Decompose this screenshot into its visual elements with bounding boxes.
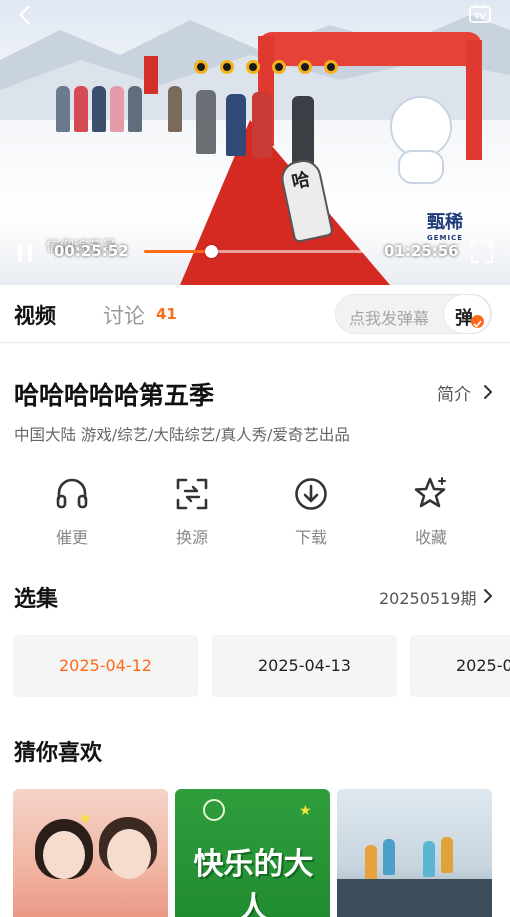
danmaku-box[interactable]: 点我发弹幕 弹 xyxy=(335,294,492,334)
tab-video[interactable]: 视频 xyxy=(14,300,56,330)
svg-text:TV: TV xyxy=(474,12,486,21)
recommend-card[interactable]: ★ xyxy=(13,789,168,917)
chevron-right-icon[interactable] xyxy=(482,384,494,400)
cast-member xyxy=(292,96,314,166)
recommend-list: ★ ★ 快乐的大人 xyxy=(13,789,510,917)
lightbulb-icon xyxy=(203,799,225,821)
switch-source-button[interactable]: 换源 xyxy=(147,472,237,552)
mascot-head xyxy=(390,96,452,158)
emoji-icon xyxy=(220,60,234,74)
inflatable-arch-right xyxy=(466,40,482,160)
crowd-person xyxy=(56,86,70,132)
flag-banner xyxy=(144,56,158,94)
chevron-right-icon[interactable] xyxy=(482,588,494,604)
recommend-art-title: 快乐的大人 xyxy=(193,847,314,917)
episodes-title: 选集 xyxy=(14,587,59,612)
video-player[interactable]: 哈 甄稀 GEMICE TV 信仰综艺号 00:25:52 01:25:56 xyxy=(0,0,510,285)
discuss-count-badge: 41 xyxy=(156,305,177,323)
danmaku-input[interactable]: 点我发弹幕 xyxy=(349,305,429,329)
episode-list[interactable]: 2025-04-12 2025-04-13 2025-04-19 xyxy=(13,635,510,697)
back-arrow-icon[interactable] xyxy=(14,4,36,26)
cast-member xyxy=(196,90,216,154)
cast-member xyxy=(252,92,272,158)
switch-source-icon xyxy=(176,478,208,510)
current-time: 00:25:52 xyxy=(54,242,129,260)
crowd-person xyxy=(74,86,88,132)
sparkle-icon: ★ xyxy=(299,803,312,819)
cast-member xyxy=(383,839,395,875)
crowd-person xyxy=(128,86,142,132)
recommend-title: 猜你喜欢 xyxy=(14,741,103,766)
progress-fill xyxy=(144,250,211,253)
emoji-icon xyxy=(246,60,260,74)
star-icon xyxy=(414,477,446,508)
emoji-icon xyxy=(272,60,286,74)
player-controls: 信仰综艺号 00:25:52 01:25:56 xyxy=(0,228,510,276)
action-bar: 催更 换源 下载 收藏 xyxy=(0,472,510,552)
crowd-person xyxy=(92,86,106,132)
headphones-icon xyxy=(56,478,88,509)
episode-item[interactable]: 2025-04-13 xyxy=(212,635,397,697)
episode-item[interactable]: 2025-04-19 xyxy=(410,635,510,697)
cast-member xyxy=(441,837,453,873)
emoji-icon xyxy=(298,60,312,74)
tv-cast-icon[interactable]: TV xyxy=(468,4,492,26)
episode-period-link[interactable]: 20250519期 xyxy=(379,585,476,609)
crowd-person xyxy=(168,86,182,132)
progress-knob[interactable] xyxy=(205,245,218,258)
fullscreen-icon[interactable] xyxy=(470,240,494,264)
show-meta: 中国大陆 游戏/综艺/大陆综艺/真人秀/爱奇艺出品 xyxy=(14,426,350,444)
download-button[interactable]: 下载 xyxy=(266,472,356,552)
danmaku-check-icon xyxy=(471,315,484,328)
episode-item[interactable]: 2025-04-12 xyxy=(13,635,198,697)
intro-link[interactable]: 简介 xyxy=(437,380,471,405)
download-icon xyxy=(295,478,327,510)
total-time: 01:25:56 xyxy=(384,242,459,260)
host-face xyxy=(43,831,85,879)
urge-update-button[interactable]: 催更 xyxy=(27,472,117,552)
recommend-card[interactable]: ★ 快乐的大人 xyxy=(175,789,330,917)
sign-text: 哈 xyxy=(289,168,312,194)
progress-bar[interactable] xyxy=(144,245,366,258)
boat-deck xyxy=(337,879,492,917)
content-tabs: 视频 讨论 41 点我发弹幕 弹 xyxy=(0,285,510,343)
tab-discuss[interactable]: 讨论 xyxy=(103,300,145,330)
danmaku-toggle-button[interactable]: 弹 xyxy=(443,294,491,334)
cast-member xyxy=(226,94,246,156)
sparkle-icon: ★ xyxy=(79,811,92,827)
emoji-icon xyxy=(324,60,338,74)
host-face xyxy=(107,829,151,879)
recommend-card[interactable] xyxy=(337,789,492,917)
crowd-person xyxy=(110,86,124,132)
cast-member xyxy=(365,845,377,881)
favorite-button[interactable]: 收藏 xyxy=(386,472,476,552)
emoji-icon xyxy=(194,60,208,74)
show-title: 哈哈哈哈哈第五季 xyxy=(14,381,215,410)
emoji-row xyxy=(194,60,338,74)
cast-member xyxy=(423,841,435,877)
pause-icon[interactable] xyxy=(14,242,36,264)
mascot-body xyxy=(398,150,444,184)
